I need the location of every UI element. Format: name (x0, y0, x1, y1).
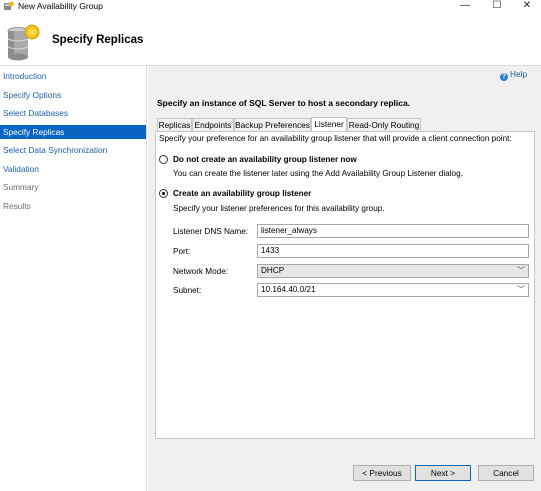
next-button[interactable]: Next > (415, 465, 471, 481)
listener-panel: Specify your preference for an availabil… (155, 131, 535, 439)
sidebar-item-specify-options[interactable]: Specify Options (0, 88, 146, 102)
previous-button[interactable]: < Previous (353, 465, 411, 481)
port-input[interactable]: 1433 (257, 244, 529, 258)
port-label: Port: (173, 247, 191, 256)
network-mode-label: Network Mode: (173, 267, 229, 276)
no-listener-label[interactable]: Do not create an availability group list… (173, 155, 357, 164)
tab-strip: Replicas Endpoints Backup Preferences Li… (157, 117, 537, 131)
help-link[interactable]: ? Help (500, 69, 527, 81)
no-listener-hint: You can create the listener later using … (173, 169, 463, 178)
window-title: New Availability Group (18, 1, 103, 11)
radio-selected-dot (162, 192, 165, 195)
sidebar-item-summary: Summary (3, 182, 39, 192)
create-listener-label[interactable]: Create an availability group listener (173, 189, 311, 198)
network-mode-value: DHCP (261, 266, 285, 275)
title-bar: New Availability Group — ☐ ✕ (0, 0, 541, 13)
sidebar-item-results: Results (3, 201, 31, 211)
sidebar-item-validation[interactable]: Validation (0, 162, 146, 176)
network-mode-select[interactable]: DHCP ﹀ (257, 264, 529, 278)
minimize-button[interactable]: — (450, 0, 480, 13)
dns-name-label: Listener DNS Name: (173, 227, 249, 236)
maximize-button[interactable]: ☐ (482, 0, 512, 13)
help-label: Help (510, 69, 528, 79)
dns-name-input[interactable]: listener_always (257, 224, 529, 238)
tab-endpoints[interactable]: Endpoints (192, 118, 234, 131)
tab-read-only-routing[interactable]: Read-Only Routing (347, 118, 421, 131)
create-listener-hint: Specify your listener preferences for th… (173, 204, 385, 213)
sidebar-item-introduction[interactable]: Introduction (0, 69, 146, 83)
availability-group-icon (4, 1, 14, 10)
subnet-value: 10.164.40.0/21 (261, 285, 316, 294)
no-listener-radio[interactable] (159, 155, 168, 164)
chevron-down-icon: ﹀ (517, 266, 525, 275)
main-content: ? Help Specify an instance of SQL Server … (148, 66, 541, 491)
subnet-label: Subnet: (173, 286, 202, 295)
sidebar-item-select-databases[interactable]: Select Databases (0, 106, 146, 120)
tab-replicas[interactable]: Replicas (157, 118, 192, 131)
help-icon: ? (500, 73, 508, 81)
sidebar-item-select-data-synchronization[interactable]: Select Data Synchronization (0, 143, 146, 157)
database-stack-icon (7, 24, 40, 61)
tab-backup-preferences[interactable]: Backup Preferences (234, 118, 311, 131)
listener-intro-text: Specify your preference for an availabil… (159, 134, 512, 143)
sidebar-item-specify-replicas[interactable]: Specify Replicas (0, 125, 146, 139)
wizard-header: Specify Replicas (0, 14, 541, 66)
page-title: Specify Replicas (52, 34, 144, 46)
chevron-down-icon: ﹀ (517, 285, 525, 294)
create-listener-radio[interactable] (159, 189, 168, 198)
wizard-sidebar: Introduction Specify Options Select Data… (0, 66, 147, 491)
cancel-button[interactable]: Cancel (478, 465, 534, 481)
subnet-select[interactable]: 10.164.40.0/21 ﹀ (257, 283, 529, 297)
close-button[interactable]: ✕ (512, 0, 541, 13)
instruction-text: Specify an instance of SQL Server to hos… (157, 98, 411, 108)
tab-listener[interactable]: Listener (311, 117, 347, 131)
